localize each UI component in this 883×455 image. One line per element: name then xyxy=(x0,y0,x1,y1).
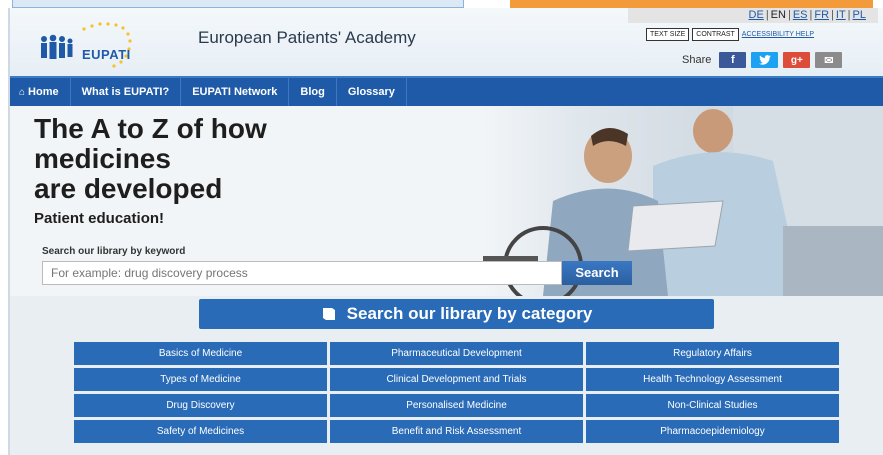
hero-subtitle: Patient education! xyxy=(34,210,165,227)
top-strip-left xyxy=(12,0,464,8)
accessibility-help-link[interactable]: ACCESSIBILITY HELP xyxy=(742,31,814,38)
category-grid: Basics of Medicine Pharmaceutical Develo… xyxy=(74,342,840,443)
category-health-technology-assessment[interactable]: Health Technology Assessment xyxy=(586,368,839,391)
search-input[interactable] xyxy=(42,261,562,285)
search-button[interactable]: Search xyxy=(562,261,632,285)
lang-pl-link[interactable]: PL xyxy=(853,9,866,21)
lang-en-current: EN xyxy=(770,9,786,21)
nav-item-what-is-eupati[interactable]: What is EUPATI? xyxy=(71,78,182,106)
email-icon[interactable]: ✉ xyxy=(815,52,843,68)
book-icon xyxy=(322,308,335,320)
share-bar: Share f g+ ✉ xyxy=(682,52,843,68)
facebook-icon[interactable]: f xyxy=(719,52,747,68)
lang-de-link[interactable]: DE xyxy=(749,9,764,21)
text-size-button[interactable]: TEXT SIZE xyxy=(646,28,690,41)
category-pharmaceutical-development[interactable]: Pharmaceutical Development xyxy=(330,342,583,365)
page: EUPATI European Patients' Academy DE | EN |… xyxy=(8,8,883,455)
site-title: European Patients' Academy xyxy=(198,28,416,47)
home-icon: ⌂ xyxy=(19,87,26,98)
search-label: Search our library by keyword xyxy=(42,246,186,257)
category-heading-text: Search our library by category xyxy=(346,304,593,323)
nav-item-glossary[interactable]: Glossary xyxy=(337,78,407,106)
top-strip-accent xyxy=(510,0,873,8)
nav-item-blog[interactable]: Blog xyxy=(289,78,337,106)
category-pharmacoepidemiology[interactable]: Pharmacoepidemiology xyxy=(586,420,839,443)
contrast-button[interactable]: CONTRAST xyxy=(692,28,739,41)
category-drug-discovery[interactable]: Drug Discovery xyxy=(74,394,327,417)
category-basics-of-medicine[interactable]: Basics of Medicine xyxy=(74,342,327,365)
language-bar: DE | EN | ES | FR | IT | PL xyxy=(628,8,878,23)
logo[interactable]: EUPATI xyxy=(36,20,166,68)
category-safety-of-medicines[interactable]: Safety of Medicines xyxy=(74,420,327,443)
nav-item-eupati-network[interactable]: EUPATI Network xyxy=(181,78,290,106)
hero-title: The A to Z of how medicines are develope… xyxy=(34,114,414,204)
logo-text: EUPATI xyxy=(82,47,131,62)
category-heading: Search our library by category xyxy=(199,299,714,329)
google-plus-icon[interactable]: g+ xyxy=(783,52,811,68)
accessibility-tools: TEXT SIZE CONTRAST ACCESSIBILITY HELP xyxy=(646,28,814,41)
category-clinical-development[interactable]: Clinical Development and Trials xyxy=(330,368,583,391)
twitter-icon[interactable] xyxy=(751,52,779,68)
nav-item-home[interactable]: ⌂ Home xyxy=(8,78,71,106)
hero-title-line3: are developed xyxy=(34,173,223,204)
category-non-clinical-studies[interactable]: Non-Clinical Studies xyxy=(586,394,839,417)
main-nav: ⌂ Home What is EUPATI? EUPATI Network Blo… xyxy=(8,76,883,106)
category-regulatory-affairs[interactable]: Regulatory Affairs xyxy=(586,342,839,365)
category-personalised-medicine[interactable]: Personalised Medicine xyxy=(330,394,583,417)
lang-it-link[interactable]: IT xyxy=(836,9,846,21)
page-left-border xyxy=(8,8,10,455)
lang-fr-link[interactable]: FR xyxy=(814,9,829,21)
lang-es-link[interactable]: ES xyxy=(793,9,808,21)
category-benefit-risk-assessment[interactable]: Benefit and Risk Assessment xyxy=(330,420,583,443)
header: EUPATI European Patients' Academy DE | EN |… xyxy=(8,8,883,76)
nav-item-label: Home xyxy=(28,86,59,98)
category-types-of-medicine[interactable]: Types of Medicine xyxy=(74,368,327,391)
share-label: Share xyxy=(682,54,712,66)
hero-title-line1: The A to Z of how xyxy=(34,113,267,144)
hero-title-line2: medicines xyxy=(34,143,171,174)
hero-banner: The A to Z of how medicines are develope… xyxy=(8,106,883,296)
